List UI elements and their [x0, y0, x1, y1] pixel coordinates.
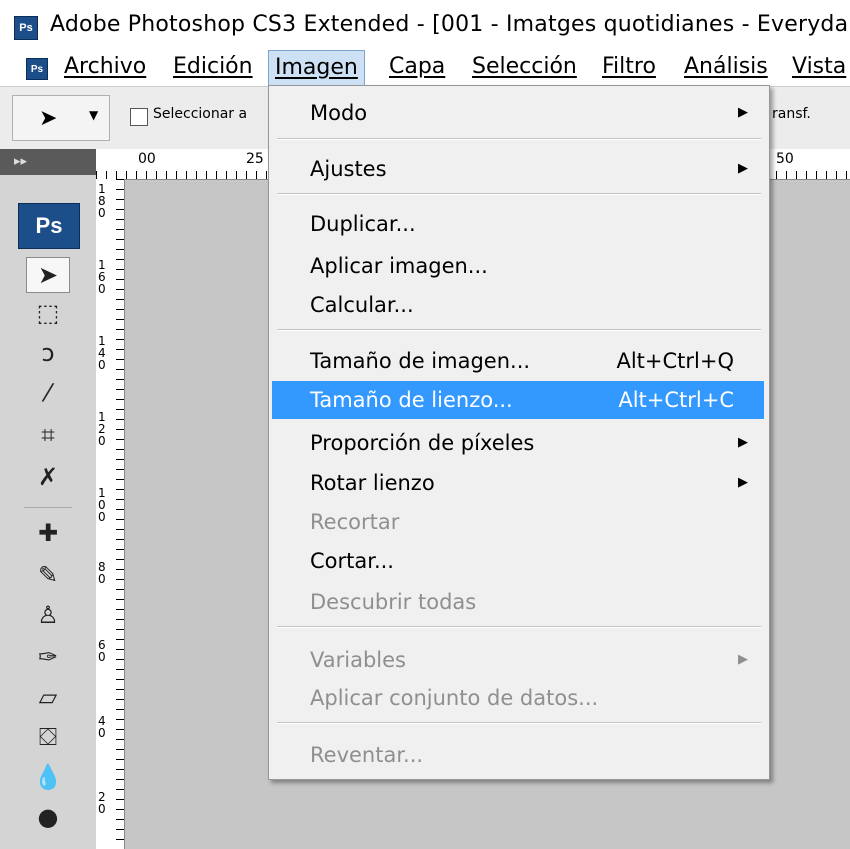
submenu-arrow-icon: ▶	[738, 105, 748, 120]
toolbox-collapse-button[interactable]: ▸▸	[0, 149, 96, 175]
menu-item-variables: Variables ▶	[272, 641, 764, 679]
menu-bar: Ps Archivo Edición Imagen Capa Selección…	[0, 50, 850, 86]
history-brush-tool-icon[interactable]: ✑	[26, 639, 70, 675]
menu-item-label: Rotar lienzo	[310, 471, 435, 495]
menu-analisis[interactable]: Análisis	[678, 50, 774, 84]
menu-item-label: Proporción de píxeles	[310, 431, 535, 455]
move-tool-icon: ➤	[39, 106, 58, 131]
menu-item-label: Modo	[310, 101, 368, 125]
title-bar: Ps Adobe Photoshop CS3 Extended - [001 -…	[0, 0, 850, 50]
menu-item-label: Duplicar...	[310, 212, 416, 236]
ruler-label: 140	[98, 334, 106, 372]
menu-item-proporcion-pixeles[interactable]: Proporción de píxeles ▶	[272, 424, 764, 462]
lasso-tool-icon[interactable]: ↄ	[26, 335, 70, 371]
show-transform-label: ransf.	[772, 106, 811, 122]
menu-separator	[277, 138, 761, 140]
menu-separator	[277, 193, 761, 195]
menu-imagen[interactable]: Imagen	[268, 50, 365, 86]
submenu-arrow-icon: ▶	[738, 161, 748, 176]
menu-item-reventar: Reventar...	[272, 736, 764, 774]
menu-item-label: Recortar	[310, 510, 400, 534]
menu-item-shortcut: Alt+Ctrl+Q	[616, 349, 734, 373]
submenu-arrow-icon: ▶	[738, 475, 748, 490]
ruler-label: 60	[98, 638, 106, 664]
menu-item-calcular[interactable]: Calcular...	[272, 286, 764, 324]
chevron-down-icon: ▼	[89, 108, 99, 122]
menu-separator	[277, 722, 761, 724]
window-title: Adobe Photoshop CS3 Extended - [001 - Im…	[50, 12, 849, 37]
menu-item-tamano-imagen[interactable]: Tamaño de imagen... Alt+Ctrl+Q	[272, 342, 764, 380]
eraser-tool-icon[interactable]: ▱	[26, 679, 70, 715]
menu-edicion[interactable]: Edición	[167, 50, 259, 84]
tool-preset-picker[interactable]: ➤ ▼	[12, 95, 110, 141]
menu-item-modo[interactable]: Modo ▶	[272, 94, 764, 132]
clone-stamp-tool-icon[interactable]: ♙	[26, 597, 70, 633]
marquee-tool-icon[interactable]: ⬚	[26, 295, 70, 331]
menu-item-aplicar-imagen[interactable]: Aplicar imagen...	[272, 247, 764, 285]
menu-item-shortcut: Alt+Ctrl+C	[618, 388, 734, 412]
ruler-label: 40	[98, 714, 106, 740]
menu-item-aplicar-conjunto-datos: Aplicar conjunto de datos...	[272, 679, 764, 717]
menu-item-ajustes[interactable]: Ajustes ▶	[272, 150, 764, 188]
ruler-label: 25	[246, 151, 264, 167]
photoshop-logo-icon: Ps	[14, 16, 38, 40]
menu-capa[interactable]: Capa	[383, 50, 451, 84]
menu-item-cortar[interactable]: Cortar...	[272, 542, 764, 580]
auto-select-checkbox[interactable]	[130, 108, 148, 126]
menu-item-label: Ajustes	[310, 157, 387, 181]
ruler-label: 180	[98, 182, 106, 220]
menu-item-rotar-lienzo[interactable]: Rotar lienzo ▶	[272, 464, 764, 502]
healing-brush-tool-icon[interactable]: ✚	[26, 515, 70, 551]
paint-bucket-tool-icon[interactable]: ⛋	[26, 719, 70, 755]
menu-separator	[277, 626, 761, 628]
brush-tool-icon[interactable]: ✎	[26, 557, 70, 593]
ruler-label: 120	[98, 410, 106, 448]
dodge-tool-icon[interactable]: ●	[26, 799, 70, 835]
menu-vista[interactable]: Vista	[786, 50, 850, 84]
submenu-arrow-icon: ▶	[738, 435, 748, 450]
slice-tool-icon[interactable]: ✗	[26, 459, 70, 495]
menu-separator	[277, 329, 761, 331]
menu-item-label: Tamaño de lienzo...	[310, 388, 513, 412]
menu-item-duplicar[interactable]: Duplicar...	[272, 205, 764, 243]
ruler-label: 80	[98, 560, 106, 586]
menu-item-tamano-lienzo[interactable]: Tamaño de lienzo... Alt+Ctrl+C	[272, 381, 764, 419]
menu-item-label: Descubrir todas	[310, 590, 477, 614]
ruler-label: 00	[138, 151, 156, 167]
menu-item-label: Reventar...	[310, 743, 424, 767]
menu-item-label: Aplicar imagen...	[310, 254, 488, 278]
menu-archivo[interactable]: Archivo	[58, 50, 152, 84]
crop-tool-icon[interactable]: ⌗	[26, 417, 70, 453]
menu-item-label: Calcular...	[310, 293, 414, 317]
ruler-label: 100	[98, 486, 106, 524]
photoshop-app-icon[interactable]: Ps	[26, 58, 48, 80]
submenu-arrow-icon: ▶	[738, 652, 748, 667]
move-tool-icon[interactable]: ➤	[26, 257, 70, 293]
auto-select-label: Seleccionar a	[153, 106, 248, 122]
menu-item-label: Tamaño de imagen...	[310, 349, 531, 373]
toolbox: ▸▸ Ps ➤ ⬚ ↄ ⁄ ⌗ ✗ ✚ ✎ ♙ ✑ ▱ ⛋ 💧 ●	[0, 149, 97, 849]
toolbox-divider	[24, 507, 72, 508]
menu-seleccion[interactable]: Selección	[466, 50, 583, 84]
ruler-label: 20	[98, 790, 106, 816]
menu-item-recortar: Recortar	[272, 503, 764, 541]
menu-item-descubrir-todas: Descubrir todas	[272, 583, 764, 621]
photoshop-toolbox-logo[interactable]: Ps	[18, 203, 80, 249]
menu-item-label: Aplicar conjunto de datos...	[310, 686, 599, 710]
menu-filtro[interactable]: Filtro	[596, 50, 662, 84]
menu-item-label: Cortar...	[310, 549, 394, 573]
imagen-menu: Modo ▶ Ajustes ▶ Duplicar... Aplicar ima…	[268, 85, 770, 780]
ruler-label: 160	[98, 258, 106, 296]
ruler-label: 50	[776, 151, 794, 167]
blur-tool-icon[interactable]: 💧	[26, 759, 70, 795]
magic-wand-tool-icon[interactable]: ⁄	[26, 375, 70, 411]
menu-item-label: Variables	[310, 648, 406, 672]
vertical-ruler: 180 160 140 120 100 80 60 40 20	[96, 179, 125, 849]
ruler-ticks	[116, 179, 124, 849]
